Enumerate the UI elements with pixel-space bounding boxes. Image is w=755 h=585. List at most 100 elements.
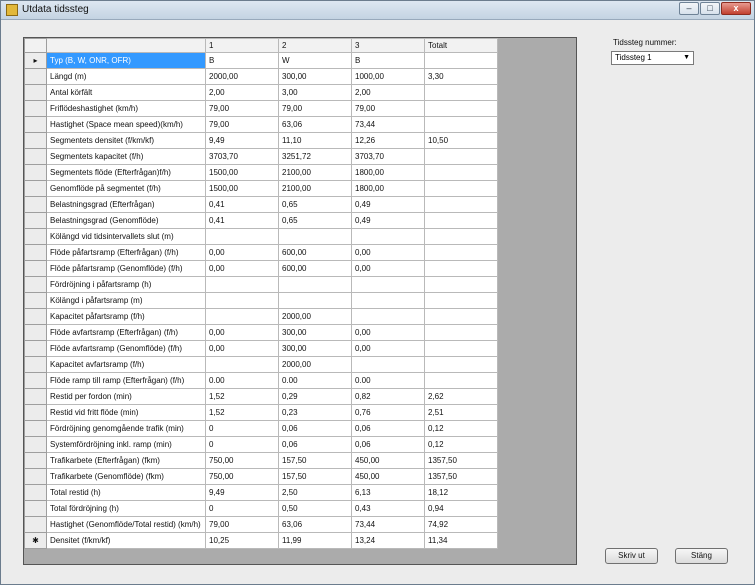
- value-cell[interactable]: 1800,00: [351, 180, 425, 197]
- table-row[interactable]: Systemfördröjning inkl. ramp (min) 0 0,06 0…: [24, 436, 498, 453]
- value-cell[interactable]: 73,44: [351, 516, 425, 533]
- value-cell[interactable]: 2100,00: [278, 180, 352, 197]
- print-button[interactable]: Skriv ut: [605, 548, 658, 564]
- row-header[interactable]: [24, 356, 47, 373]
- row-label-cell[interactable]: Typ (B, W, ONR, OFR): [46, 52, 206, 69]
- row-label-cell[interactable]: Restid vid fritt flöde (min): [46, 404, 206, 421]
- row-label-cell[interactable]: Belastningsgrad (Genomflöde): [46, 212, 206, 229]
- value-cell[interactable]: [205, 292, 279, 309]
- value-cell[interactable]: 0,12: [424, 420, 498, 437]
- value-cell[interactable]: 2000,00: [205, 68, 279, 85]
- column-header-1[interactable]: 1: [205, 38, 279, 53]
- value-cell[interactable]: 0.00: [351, 372, 425, 389]
- value-cell[interactable]: 2000,00: [278, 356, 352, 373]
- table-row[interactable]: Fördröjning i påfartsramp (h): [24, 276, 498, 293]
- value-cell[interactable]: 79,00: [205, 516, 279, 533]
- column-header-0[interactable]: [46, 38, 206, 53]
- value-cell[interactable]: 1500,00: [205, 164, 279, 181]
- value-cell[interactable]: 0,41: [205, 212, 279, 229]
- value-cell[interactable]: [351, 356, 425, 373]
- row-header[interactable]: ▸: [24, 52, 47, 69]
- value-cell[interactable]: 0,06: [351, 436, 425, 453]
- table-row[interactable]: Längd (m) 2000,00 300,00 1000,00 3,30: [24, 68, 498, 85]
- value-cell[interactable]: B: [351, 52, 425, 69]
- value-cell[interactable]: 600,00: [278, 260, 352, 277]
- value-cell[interactable]: 79,00: [205, 100, 279, 117]
- table-row[interactable]: Flöde påfartsramp (Genomflöde) (f/h) 0,00…: [24, 260, 498, 277]
- value-cell[interactable]: 0,94: [424, 500, 498, 517]
- table-row[interactable]: Flöde avfartsramp (Genomflöde) (f/h) 0,00…: [24, 340, 498, 357]
- row-header[interactable]: ✱: [24, 532, 47, 549]
- value-cell[interactable]: 1000,00: [351, 68, 425, 85]
- value-cell[interactable]: [424, 52, 498, 69]
- row-header[interactable]: [24, 372, 47, 389]
- value-cell[interactable]: 0,06: [278, 420, 352, 437]
- value-cell[interactable]: [424, 244, 498, 261]
- value-cell[interactable]: [351, 228, 425, 245]
- row-label-cell[interactable]: Flöde påfartsramp (Genomflöde) (f/h): [46, 260, 206, 277]
- row-header[interactable]: [24, 388, 47, 405]
- table-row[interactable]: Belastningsgrad (Efterfrågan) 0,41 0,65 0,4…: [24, 196, 498, 213]
- value-cell[interactable]: 3,00: [278, 84, 352, 101]
- table-row[interactable]: Antal körfält 2,00 3,00 2,00: [24, 84, 498, 101]
- value-cell[interactable]: 18,12: [424, 484, 498, 501]
- value-cell[interactable]: [424, 84, 498, 101]
- value-cell[interactable]: 300,00: [278, 340, 352, 357]
- row-label-cell[interactable]: Segmentets kapacitet (f/h): [46, 148, 206, 165]
- value-cell[interactable]: 2000,00: [278, 308, 352, 325]
- value-cell[interactable]: 63,06: [278, 116, 352, 133]
- value-cell[interactable]: W: [278, 52, 352, 69]
- value-cell[interactable]: [278, 228, 352, 245]
- value-cell[interactable]: 0,12: [424, 436, 498, 453]
- value-cell[interactable]: 3,30: [424, 68, 498, 85]
- row-label-cell[interactable]: Flöde ramp till ramp (Efterfrågan) (f/h): [46, 372, 206, 389]
- value-cell[interactable]: 0: [205, 436, 279, 453]
- value-cell[interactable]: 750,00: [205, 468, 279, 485]
- table-row[interactable]: ✱ Densitet (f/km/kf) 10,25 11,99 13,24 11,34: [24, 532, 498, 549]
- row-label-cell[interactable]: Trafikarbete (Efterfrågan) (fkm): [46, 452, 206, 469]
- value-cell[interactable]: [351, 276, 425, 293]
- value-cell[interactable]: [205, 356, 279, 373]
- row-header[interactable]: [24, 132, 47, 149]
- row-label-cell[interactable]: Kapacitet avfartsramp (f/h): [46, 356, 206, 373]
- value-cell[interactable]: [205, 308, 279, 325]
- row-header[interactable]: [24, 500, 47, 517]
- minimize-button[interactable]: –: [679, 2, 699, 15]
- row-label-cell[interactable]: Kölängd i påfartsramp (m): [46, 292, 206, 309]
- value-cell[interactable]: 74,92: [424, 516, 498, 533]
- close-window-button[interactable]: x: [721, 2, 751, 15]
- value-cell[interactable]: [278, 276, 352, 293]
- value-cell[interactable]: [424, 324, 498, 341]
- table-row[interactable]: Segmentets flöde (Efterfrågan)f/h) 1500,0…: [24, 164, 498, 181]
- value-cell[interactable]: 1800,00: [351, 164, 425, 181]
- row-label-cell[interactable]: Hastighet (Space mean speed)(km/h): [46, 116, 206, 133]
- row-label-cell[interactable]: Längd (m): [46, 68, 206, 85]
- row-header[interactable]: [24, 324, 47, 341]
- table-row[interactable]: Kapacitet påfartsramp (f/h) 2000,00: [24, 308, 498, 325]
- table-row[interactable]: Total restid (h) 9,49 2,50 6,13 18,12: [24, 484, 498, 501]
- value-cell[interactable]: [424, 356, 498, 373]
- value-cell[interactable]: 1357,50: [424, 452, 498, 469]
- value-cell[interactable]: 63,06: [278, 516, 352, 533]
- value-cell[interactable]: [424, 308, 498, 325]
- row-header[interactable]: [24, 260, 47, 277]
- value-cell[interactable]: [424, 292, 498, 309]
- row-header[interactable]: [24, 420, 47, 437]
- value-cell[interactable]: 11,34: [424, 532, 498, 549]
- row-label-cell[interactable]: Flöde påfartsramp (Efterfrågan) (f/h): [46, 244, 206, 261]
- value-cell[interactable]: 0.00: [278, 372, 352, 389]
- value-cell[interactable]: [424, 372, 498, 389]
- table-row[interactable]: Total fördröjning (h) 0 0,50 0,43 0,94: [24, 500, 498, 517]
- value-cell[interactable]: B: [205, 52, 279, 69]
- value-cell[interactable]: 0,29: [278, 388, 352, 405]
- row-header[interactable]: [24, 164, 47, 181]
- value-cell[interactable]: 6,13: [351, 484, 425, 501]
- row-header[interactable]: [24, 148, 47, 165]
- row-header[interactable]: [24, 468, 47, 485]
- row-label-cell[interactable]: Kapacitet påfartsramp (f/h): [46, 308, 206, 325]
- value-cell[interactable]: 0,00: [351, 244, 425, 261]
- value-cell[interactable]: [424, 260, 498, 277]
- value-cell[interactable]: [424, 196, 498, 213]
- value-cell[interactable]: 0,43: [351, 500, 425, 517]
- column-header-2[interactable]: 2: [278, 38, 352, 53]
